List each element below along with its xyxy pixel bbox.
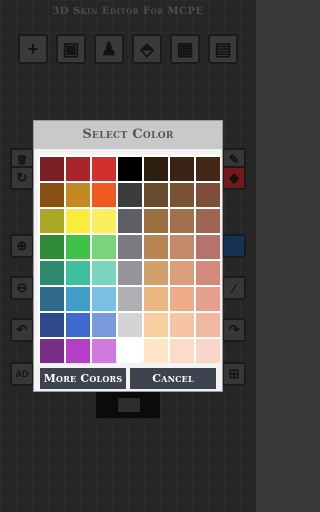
color-swatch[interactable] <box>118 261 142 285</box>
color-swatch[interactable] <box>170 287 194 311</box>
color-swatch[interactable] <box>40 261 64 285</box>
color-swatch[interactable] <box>196 157 220 181</box>
color-swatch[interactable] <box>196 209 220 233</box>
color-swatch[interactable] <box>40 235 64 259</box>
color-swatch[interactable] <box>196 235 220 259</box>
color-swatch[interactable] <box>66 313 90 337</box>
color-swatch[interactable] <box>66 261 90 285</box>
color-swatch[interactable] <box>144 183 168 207</box>
color-swatch[interactable] <box>118 339 142 363</box>
color-swatch[interactable] <box>144 287 168 311</box>
color-swatch[interactable] <box>92 157 116 181</box>
color-swatch[interactable] <box>144 339 168 363</box>
color-swatch[interactable] <box>66 183 90 207</box>
color-swatch[interactable] <box>118 287 142 311</box>
color-swatch[interactable] <box>196 261 220 285</box>
color-swatch[interactable] <box>144 313 168 337</box>
color-swatch[interactable] <box>92 261 116 285</box>
color-swatch[interactable] <box>92 209 116 233</box>
color-swatch[interactable] <box>118 157 142 181</box>
color-swatch[interactable] <box>144 209 168 233</box>
color-swatch[interactable] <box>170 235 194 259</box>
color-swatch[interactable] <box>40 313 64 337</box>
color-swatch[interactable] <box>170 209 194 233</box>
color-swatch[interactable] <box>144 235 168 259</box>
color-swatch[interactable] <box>170 339 194 363</box>
color-swatch[interactable] <box>40 339 64 363</box>
dialog-title: Select Color <box>34 121 222 149</box>
color-swatch[interactable] <box>118 235 142 259</box>
color-swatch[interactable] <box>66 339 90 363</box>
color-swatch[interactable] <box>92 183 116 207</box>
cancel-button[interactable]: Cancel <box>130 368 216 389</box>
color-swatch[interactable] <box>40 209 64 233</box>
color-swatch[interactable] <box>144 261 168 285</box>
color-swatch[interactable] <box>66 287 90 311</box>
color-swatch[interactable] <box>144 157 168 181</box>
color-swatch[interactable] <box>66 235 90 259</box>
select-color-dialog: Select Color More Colors Cancel <box>33 120 223 392</box>
color-swatch[interactable] <box>118 183 142 207</box>
color-swatch[interactable] <box>40 183 64 207</box>
color-palette <box>38 155 220 363</box>
color-swatch[interactable] <box>118 209 142 233</box>
color-swatch[interactable] <box>196 183 220 207</box>
color-swatch[interactable] <box>196 313 220 337</box>
color-swatch[interactable] <box>170 183 194 207</box>
color-swatch[interactable] <box>66 209 90 233</box>
color-swatch[interactable] <box>170 261 194 285</box>
color-swatch[interactable] <box>92 339 116 363</box>
color-swatch[interactable] <box>40 287 64 311</box>
color-swatch[interactable] <box>118 313 142 337</box>
more-colors-button[interactable]: More Colors <box>40 368 126 389</box>
color-swatch[interactable] <box>92 235 116 259</box>
color-swatch[interactable] <box>40 157 64 181</box>
color-swatch[interactable] <box>196 287 220 311</box>
color-swatch[interactable] <box>92 313 116 337</box>
color-swatch[interactable] <box>92 287 116 311</box>
color-swatch[interactable] <box>170 157 194 181</box>
color-swatch[interactable] <box>66 157 90 181</box>
color-swatch[interactable] <box>170 313 194 337</box>
color-swatch[interactable] <box>196 339 220 363</box>
